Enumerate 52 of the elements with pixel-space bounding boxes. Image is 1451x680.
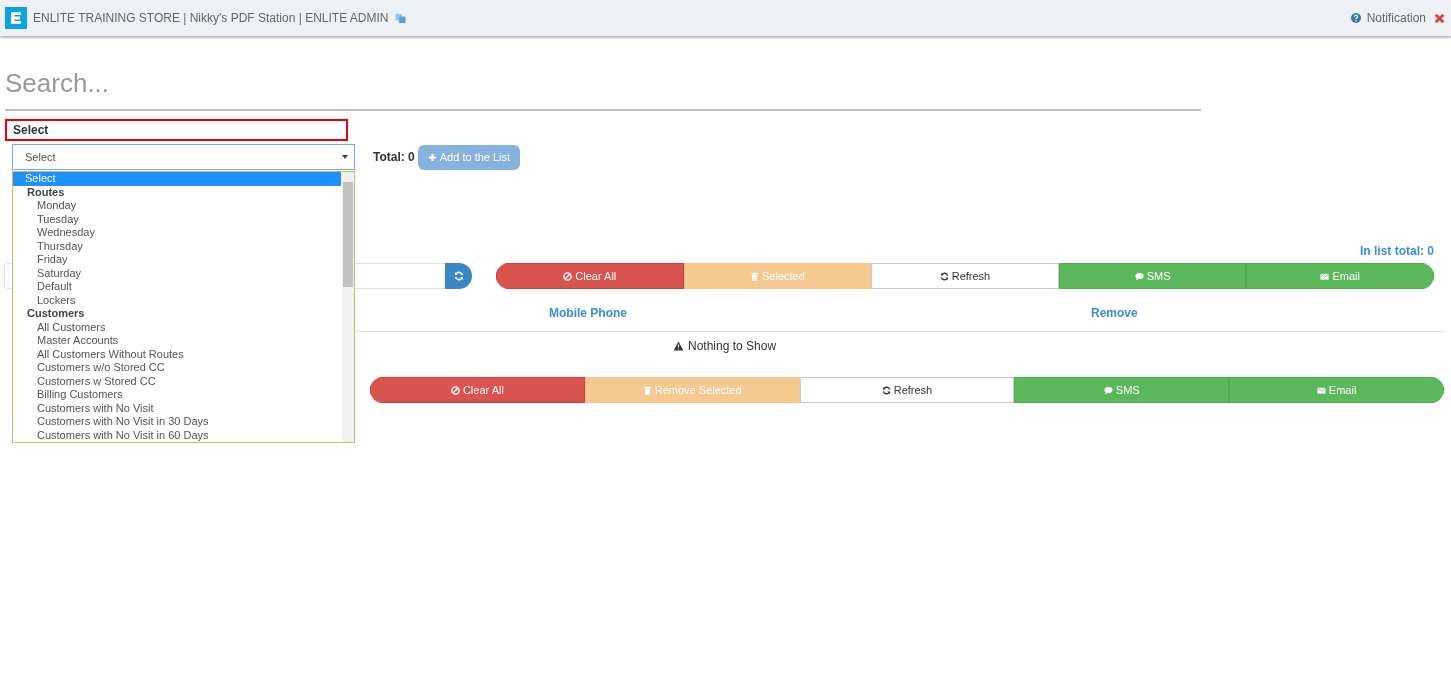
option-group-label: Routes xyxy=(26,185,66,199)
ban-icon xyxy=(450,385,460,395)
trash-icon xyxy=(642,385,652,395)
dropdown-option[interactable]: Lockers xyxy=(13,293,342,307)
refresh-button[interactable]: Refresh xyxy=(799,377,1015,403)
refresh-button[interactable]: Refresh xyxy=(871,263,1059,289)
dropdown-option[interactable]: Wednesday xyxy=(13,226,342,240)
refresh-icon xyxy=(939,271,949,281)
column-header: Mobile Phone xyxy=(549,306,627,320)
dropdown-option[interactable]: Customers w/o Stored CC xyxy=(13,361,342,375)
dropdown-option[interactable]: Saturday xyxy=(13,266,342,280)
envelope-icon xyxy=(1320,271,1330,281)
clear-all-button[interactable]: Clear All xyxy=(496,263,684,289)
plus-icon xyxy=(427,152,437,162)
envelope-icon xyxy=(1316,385,1326,395)
help-icon xyxy=(1350,13,1361,23)
speech-bubble-icon xyxy=(1134,271,1144,281)
warning-icon xyxy=(673,341,684,351)
clear-all-button[interactable]: Clear All xyxy=(370,377,585,403)
select-label: Select xyxy=(5,119,348,141)
dropdown-option[interactable]: All Customers xyxy=(13,320,342,334)
dropdown-option[interactable]: Customers with No Visit in 60 Days xyxy=(13,428,342,442)
empty-message: Nothing to Show xyxy=(688,339,777,353)
dropdown-option[interactable]: Customers with No Visit xyxy=(13,401,342,415)
notification-link[interactable]: Notification xyxy=(1366,11,1426,25)
in-list-total: In list total: 0 xyxy=(1360,244,1434,258)
dropdown-option[interactable]: Billing Customers xyxy=(13,388,342,402)
caret-icon xyxy=(342,155,348,159)
close-icon[interactable] xyxy=(1434,12,1445,24)
select-dropdown[interactable]: Select xyxy=(12,144,355,170)
total-count: Total: 0 xyxy=(373,150,415,164)
ban-icon xyxy=(563,271,573,281)
option-group-label: Customers xyxy=(26,307,86,321)
dropdown-option[interactable]: Friday xyxy=(13,253,342,267)
dropdown-option[interactable]: All Customers Without Routes xyxy=(13,347,342,361)
dropdown-option[interactable]: Customers with No Visit in 30 Days xyxy=(13,415,342,429)
scrollbar[interactable] xyxy=(342,172,354,442)
window-title: ENLITE TRAINING STORE | Nikky's PDF Station | ENLITE ADMIN xyxy=(33,11,389,25)
logo-icon xyxy=(5,7,27,29)
dropdown-option[interactable]: Customers w Stored CC xyxy=(13,374,342,388)
refresh-button[interactable] xyxy=(445,263,472,289)
column-header: Remove xyxy=(1091,306,1138,320)
dropdown-option[interactable]: Thursday xyxy=(13,239,342,253)
translate-icon[interactable] xyxy=(394,12,406,24)
trash-icon xyxy=(750,271,759,281)
speech-bubble-icon xyxy=(1103,385,1113,395)
dropdown-option[interactable]: Tuesday xyxy=(13,212,342,226)
refresh-icon xyxy=(881,385,891,395)
dropdown-option[interactable]: Monday xyxy=(13,199,342,213)
refresh-icon xyxy=(453,271,464,281)
dropdown-option[interactable]: Master Accounts xyxy=(13,334,342,348)
dropdown-option[interactable]: Default xyxy=(13,280,342,294)
